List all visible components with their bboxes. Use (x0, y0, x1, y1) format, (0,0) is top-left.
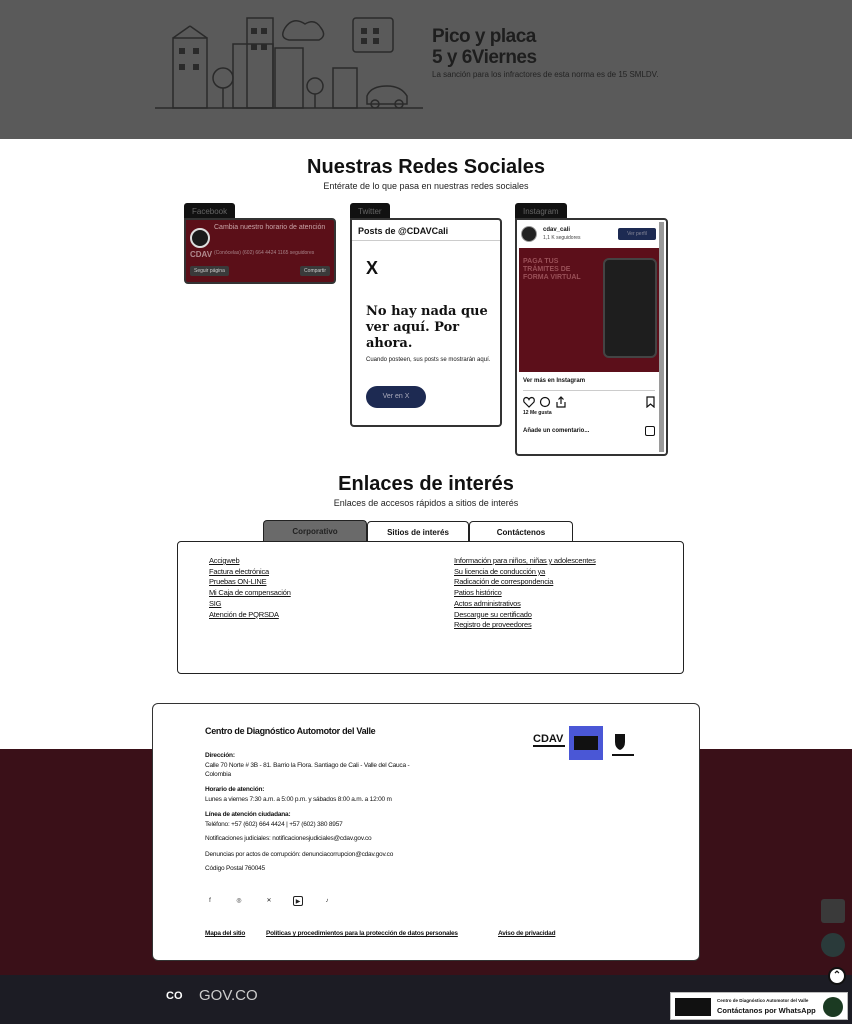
scroll-to-top-icon[interactable]: ⌃ (828, 967, 846, 985)
facebook-avatar (190, 228, 210, 248)
whatsapp-icon (823, 997, 843, 1017)
tiktok-icon[interactable]: ♪ (322, 896, 332, 906)
x-social-icon[interactable]: ✕ (264, 896, 274, 906)
chat-icon[interactable] (821, 933, 845, 957)
tab-sitios-de-interes[interactable]: Sitios de interés (367, 521, 469, 542)
instagram-icon[interactable] (645, 426, 655, 436)
comment-icon (539, 396, 551, 408)
bookmark-icon (646, 396, 655, 408)
phone-label: Línea de atención ciudadana: (205, 811, 291, 818)
facebook-widget[interactable]: Cambia nuestro horario de atención CDAV … (184, 218, 336, 284)
link-pruebas-online[interactable]: Pruebas ON-LINE (209, 577, 291, 588)
links-title: Enlaces de interés (338, 473, 514, 495)
link-licencia-conduccion[interactable]: Su licencia de conducción ya (454, 567, 596, 578)
cdav-logo: CDAV (533, 733, 564, 745)
instagram-likes: 12 Me gusta (523, 410, 552, 416)
link-radicacion[interactable]: Radicación de correspondencia (454, 577, 596, 588)
address-value: Calle 70 Norte # 3B - 81. Barrio la Flor… (205, 761, 410, 779)
gov-co-link[interactable]: GOV.CO (199, 987, 258, 1004)
footer-corruption: Denuncias por actos de corrupción: denun… (205, 851, 394, 858)
view-profile-button[interactable]: Ver perfil (618, 228, 656, 240)
whatsapp-widget[interactable]: Centro de Diagnóstico Automotor del Vall… (670, 992, 848, 1020)
link-accigweb[interactable]: Accigweb (209, 556, 291, 567)
share-icon (556, 396, 566, 408)
instagram-scrollbar[interactable] (659, 222, 664, 452)
pico-placa-banner: Pico y placa 5 y 6Viernes La sanción par… (0, 0, 852, 139)
facebook-small-text: (Conócelas) (602) 664 4424 1165 seguidor… (214, 250, 315, 256)
shield-icon (615, 734, 625, 750)
x-logo-icon: X (366, 258, 379, 278)
footer-title: Centro de Diagnóstico Automotor del Vall… (205, 726, 376, 736)
data-protection-link[interactable]: Políticas y procedimientos para la prote… (266, 930, 458, 937)
youtube-icon[interactable]: ▶ (293, 896, 303, 906)
twitter-header: Posts de @CDAVCali (352, 224, 500, 241)
instagram-social-icon[interactable]: ◎ (234, 896, 244, 906)
link-patios-historico[interactable]: Patios histórico (454, 588, 596, 599)
phone-graphic (603, 258, 657, 358)
link-ninos-adolescentes[interactable]: Información para niños, niñas y adolesce… (454, 556, 596, 567)
twitter-empty-title: No hay nada que ver aquí. Por ahora. (366, 304, 488, 351)
facebook-brand: CDAV (190, 250, 213, 259)
footer-logos: CDAV (533, 726, 634, 760)
instagram-image-text: PAGA TUS TRÁMITES DE FORMA VIRTUAL (523, 258, 581, 281)
instagram-followers: 1,1 K seguidores (543, 235, 581, 241)
footer-phone: Línea de atención ciudadana: Teléfono: +… (205, 810, 445, 829)
link-atencion-pqrsda[interactable]: Atención de PQRSDA (209, 610, 291, 621)
hours-label: Horario de atención: (205, 786, 265, 793)
banner-title-line1: Pico y placa (432, 26, 536, 47)
links-panel: Accigweb Factura electrónica Pruebas ON-… (177, 541, 684, 674)
instagram-post-image[interactable]: PAGA TUS TRÁMITES DE FORMA VIRTUAL (519, 248, 659, 372)
heart-icon (523, 396, 535, 408)
twitter-widget: Posts de @CDAVCali X No hay nada que ver… (350, 218, 502, 427)
instagram-user[interactable]: cdav_cali (543, 227, 570, 233)
links-subtitle: Enlaces de accesos rápidos a sitios de i… (333, 498, 519, 508)
link-descargue-certificado[interactable]: Descargue su certificado (454, 610, 596, 621)
form-icon[interactable] (821, 899, 845, 923)
social-subtitle: Entérate de lo que pasa en nuestras rede… (323, 181, 529, 191)
link-sig[interactable]: SIG (209, 599, 291, 610)
footer-notifications: Notificaciones judiciales: notificacione… (205, 835, 372, 842)
banner-title-line2: 5 y 6Viernes (432, 47, 537, 68)
link-caja-compensacion[interactable]: Mi Caja de compensación (209, 588, 291, 599)
view-more-instagram-link[interactable]: Ver más en Instagram (523, 378, 585, 384)
instagram-widget: cdav_cali 1,1 K seguidores Ver perfil PA… (515, 218, 668, 456)
site-map-link[interactable]: Mapa del sitio (205, 930, 245, 937)
twitter-empty-sub: Cuando posteen, sus posts se mostrarán a… (366, 357, 491, 363)
co-badge[interactable]: CO (166, 990, 183, 1002)
view-on-x-button[interactable]: Ver en X (366, 386, 426, 408)
facebook-post-text: Cambia nuestro horario de atención (214, 224, 326, 231)
follow-page-button[interactable]: Seguir página (190, 266, 229, 276)
instagram-divider (523, 390, 655, 391)
address-label: Dirección: (205, 752, 235, 759)
links-right-column: Información para niños, niñas y adolesce… (454, 556, 596, 631)
instagram-comment-input[interactable]: Añade un comentario... (523, 428, 589, 434)
cdav-mini-logo (675, 998, 711, 1016)
footer-address: Dirección: Calle 70 Norte # 3B - 81. Bar… (205, 751, 415, 780)
facebook-icon[interactable]: f (205, 896, 215, 906)
banner-title: Pico y placa 5 y 6Viernes (432, 26, 537, 68)
social-title: Nuestras Redes Sociales (307, 156, 545, 178)
whatsapp-org: Centro de Diagnóstico Automotor del Vall… (717, 998, 809, 1003)
tab-corporativo[interactable]: Corporativo (263, 520, 367, 542)
whatsapp-cta: Contáctanos por WhatsApp (717, 1006, 816, 1015)
share-button[interactable]: Compartir (300, 266, 330, 276)
link-registro-proveedores[interactable]: Registro de proveedores (454, 620, 596, 631)
city-illustration (155, 17, 423, 109)
instagram-actions (523, 396, 655, 408)
tab-contactenos[interactable]: Contáctenos (469, 521, 573, 542)
links-left-column: Accigweb Factura electrónica Pruebas ON-… (209, 556, 291, 620)
link-factura-electronica[interactable]: Factura electrónica (209, 567, 291, 578)
privacy-notice-link[interactable]: Aviso de privacidad (498, 930, 556, 937)
footer-postal: Código Postal 760045 (205, 865, 265, 872)
phone-value: Teléfono: +57 (602) 664 4424 | +57 (602)… (205, 820, 343, 828)
instagram-avatar (521, 226, 537, 242)
hours-value: Lunes a viernes 7:30 a.m. a 5:00 p.m. y … (205, 795, 392, 803)
banner-subtitle: La sanción para los infractores de esta … (432, 70, 659, 79)
link-actos-administrativos[interactable]: Actos administrativos (454, 599, 596, 610)
footer-hours: Horario de atención: Lunes a viernes 7:3… (205, 785, 445, 804)
footer-card: Centro de Diagnóstico Automotor del Vall… (152, 703, 700, 961)
